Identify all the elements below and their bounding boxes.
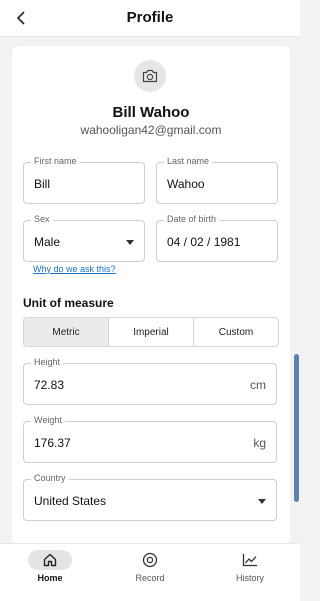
sex-value: Male — [34, 235, 61, 249]
profile-card: Bill Wahoo wahooligan42@gmail.com First … — [12, 46, 290, 544]
country-label: Country — [31, 473, 69, 483]
first-name-field[interactable]: First name Bill — [23, 156, 145, 204]
page-title: Profile — [126, 9, 174, 26]
last-name-value: Wahoo — [167, 177, 205, 191]
nav-label-home: Home — [37, 573, 63, 583]
date-of-birth-field[interactable]: Date of birth 04 / 02 / 1981 — [156, 214, 278, 262]
unit-option-metric[interactable]: Metric — [24, 318, 108, 346]
date-of-birth-label: Date of birth — [164, 214, 220, 224]
weight-field[interactable]: Weight 176.37 kg — [23, 415, 277, 463]
country-value: United States — [34, 494, 107, 508]
nav-home-indicator — [28, 550, 72, 570]
sex-select[interactable]: Sex Male — [23, 214, 145, 262]
height-value: 72.83 — [34, 378, 65, 392]
last-name-label: Last name — [164, 156, 213, 166]
unit-option-imperial[interactable]: Imperial — [108, 318, 193, 346]
unit-of-measure-heading: Unit of measure — [23, 296, 114, 310]
nav-item-home[interactable]: Home — [0, 544, 100, 601]
weight-value: 176.37 — [34, 436, 71, 450]
last-name-field[interactable]: Last name Wahoo — [156, 156, 278, 204]
profile-email: wahooligan42@gmail.com — [80, 123, 222, 137]
scrollbar-thumb[interactable] — [294, 354, 299, 502]
weight-unit: kg — [253, 436, 266, 450]
sex-label: Sex — [31, 214, 53, 224]
nav-record-indicator — [128, 550, 172, 570]
history-icon — [242, 554, 257, 567]
nav-label-history: History — [235, 573, 264, 583]
dropdown-arrow-icon — [258, 499, 266, 504]
country-select[interactable]: Country United States — [23, 473, 277, 521]
weight-label: Weight — [31, 415, 65, 425]
nav-item-record[interactable]: Record — [100, 544, 200, 601]
top-bar: Profile — [0, 0, 300, 37]
first-name-label: First name — [31, 156, 80, 166]
height-field[interactable]: Height 72.83 cm — [23, 357, 277, 405]
height-label: Height — [31, 357, 64, 367]
date-of-birth-value: 04 / 02 / 1981 — [167, 235, 241, 249]
bottom-navigation: Home Record History — [0, 543, 300, 601]
first-name-value: Bill — [34, 177, 51, 191]
dropdown-arrow-icon — [126, 240, 134, 245]
profile-name: Bill Wahoo — [112, 104, 190, 121]
camera-icon — [142, 69, 158, 83]
home-icon — [43, 553, 57, 567]
unit-segmented-control: Metric Imperial Custom — [23, 317, 279, 347]
unit-option-custom[interactable]: Custom — [193, 318, 278, 346]
record-icon — [142, 552, 158, 568]
nav-history-indicator — [228, 550, 272, 570]
height-unit: cm — [250, 378, 266, 392]
avatar-photo-button[interactable] — [134, 60, 166, 92]
nav-item-history[interactable]: History — [200, 544, 300, 601]
why-do-we-ask-link[interactable]: Why do we ask this? — [33, 264, 116, 274]
nav-label-record: Record — [135, 573, 165, 583]
